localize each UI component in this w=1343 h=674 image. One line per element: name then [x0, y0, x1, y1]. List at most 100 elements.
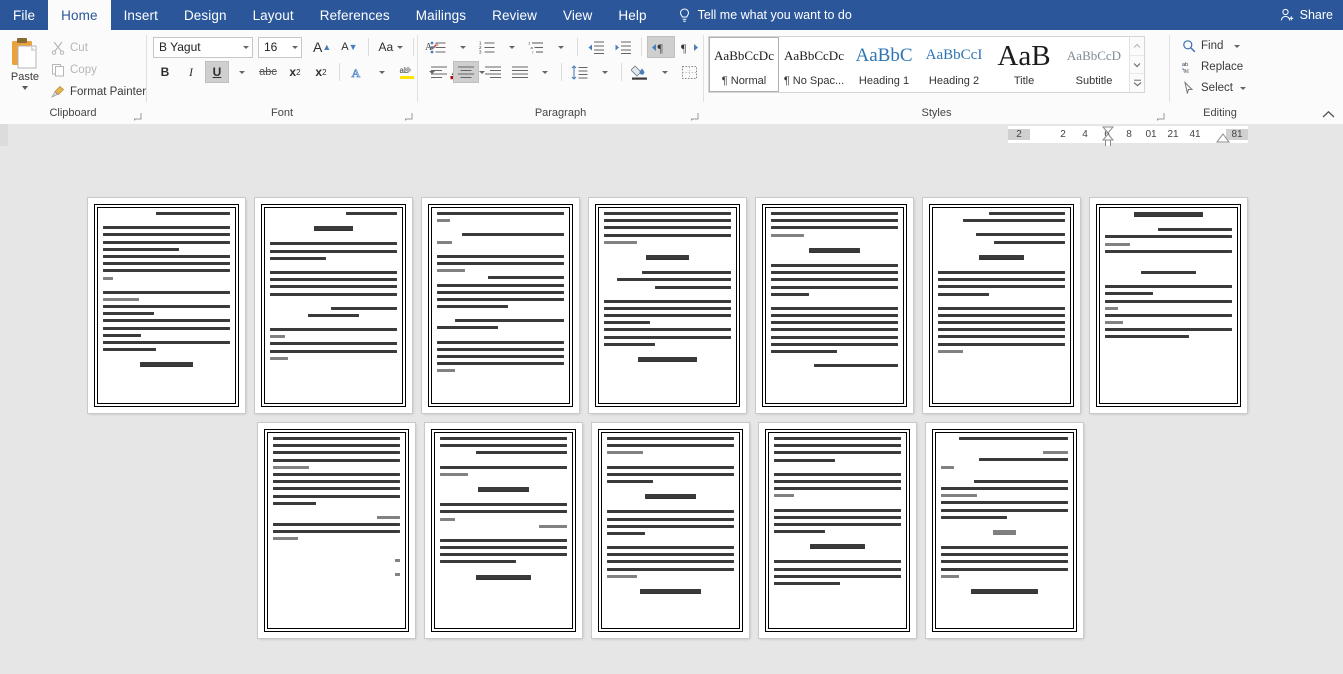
page-thumbnail[interactable] [425, 423, 582, 638]
ltr-direction-button[interactable]: ¶ [676, 36, 704, 58]
page-thumbnail[interactable] [88, 198, 245, 413]
style-heading-2[interactable]: AaBbCcI Heading 2 [919, 37, 989, 92]
chevron-down-icon[interactable] [22, 86, 28, 90]
styles-more-button[interactable] [1130, 74, 1144, 92]
align-right-button[interactable] [480, 61, 506, 83]
align-left-button[interactable] [426, 61, 452, 83]
share-button[interactable]: Share [1280, 0, 1333, 30]
underline-options-button[interactable] [231, 61, 253, 83]
multilevel-list-button[interactable]: 1 a i [524, 36, 549, 58]
page-thumbnail[interactable] [258, 423, 415, 638]
text-effects-options-button[interactable] [371, 61, 393, 83]
page-thumbnail[interactable] [255, 198, 412, 413]
increase-indent-button[interactable] [610, 36, 636, 58]
styles-dialog-launcher-icon[interactable] [1155, 112, 1165, 122]
numbering-button[interactable]: 123 [475, 36, 500, 58]
page-thumbnail[interactable] [589, 198, 746, 413]
text-effects-button[interactable]: A [346, 61, 369, 83]
select-button[interactable]: Select [1178, 78, 1250, 98]
grow-font-button[interactable]: A ▲ [309, 36, 335, 58]
font-dialog-launcher-icon[interactable] [403, 112, 413, 122]
superscript-button[interactable]: x2 [309, 61, 333, 83]
page-thumbnail[interactable] [926, 423, 1083, 638]
chevron-down-icon[interactable] [397, 45, 404, 49]
replace-button[interactable]: ab ac Replace [1178, 57, 1250, 77]
style-subtitle[interactable]: AaBbCcD Subtitle [1059, 37, 1129, 92]
collapse-ribbon-button[interactable] [1322, 108, 1335, 122]
tell-me-box[interactable]: Tell me what you want to do [660, 0, 862, 30]
right-indent-marker-icon[interactable] [1216, 133, 1230, 144]
numbering-options-button[interactable] [501, 36, 523, 58]
first-line-indent-marker-icon[interactable] [1100, 126, 1116, 148]
bullets-options-button[interactable] [452, 36, 474, 58]
style-no-spacing[interactable]: AaBbCcDc ¶ No Spac... [779, 37, 849, 92]
page-text-line [771, 278, 898, 282]
styles-scroll-up-button[interactable] [1130, 37, 1144, 56]
tab-home[interactable]: Home [48, 0, 111, 30]
page-thumbnail[interactable] [756, 198, 913, 413]
borders-button[interactable] [677, 61, 703, 83]
highlight-button[interactable]: ab [395, 61, 419, 83]
change-case-button[interactable]: Aa [375, 36, 408, 58]
shading-options-button[interactable] [654, 61, 676, 83]
find-button[interactable]: Find [1178, 36, 1250, 56]
line-spacing-button[interactable] [567, 61, 593, 83]
document-canvas[interactable] [0, 146, 1343, 674]
paste-button[interactable]: Paste [3, 35, 47, 102]
tab-layout[interactable]: Layout [240, 0, 307, 30]
horizontal-ruler[interactable]: 2 2 4 6 8 01 21 41 81 [1008, 126, 1248, 143]
copy-button[interactable]: Copy [47, 60, 150, 80]
chevron-down-icon[interactable] [243, 45, 249, 49]
font-size-combobox[interactable]: 16 [258, 36, 302, 58]
shading-button[interactable] [627, 61, 653, 83]
page-text-line [437, 261, 564, 265]
tab-design[interactable]: Design [171, 0, 240, 30]
style-heading-1[interactable]: AaBbC Heading 1 [849, 37, 919, 92]
page-text-line [440, 472, 468, 476]
tab-view[interactable]: View [550, 0, 605, 30]
page-text-line [103, 254, 230, 258]
clipboard-dialog-launcher-icon[interactable] [132, 112, 142, 122]
styles-scroll-down-button[interactable] [1130, 56, 1144, 75]
paragraph-dialog-launcher-icon[interactable] [689, 112, 699, 122]
tab-help[interactable]: Help [605, 0, 659, 30]
underline-button[interactable]: U [205, 61, 229, 83]
page-thumbnail[interactable] [759, 423, 916, 638]
bullets-button[interactable] [426, 36, 451, 58]
page-text-line [771, 292, 810, 296]
chevron-down-icon[interactable] [1234, 44, 1241, 48]
justify-button[interactable] [507, 61, 533, 83]
page-thumbnail[interactable] [422, 198, 579, 413]
font-name-combobox[interactable]: B Yagut [153, 36, 253, 58]
style-normal[interactable]: AaBbCcDc ¶ Normal [709, 37, 779, 92]
shrink-font-button[interactable]: A ▼ [337, 36, 361, 58]
cut-button[interactable]: Cut [47, 38, 150, 58]
svg-text:A: A [352, 66, 361, 80]
subscript-button[interactable]: x2 [283, 61, 307, 83]
tab-file[interactable]: File [0, 0, 48, 30]
multilevel-options-button[interactable] [550, 36, 572, 58]
italic-button[interactable]: I [179, 61, 203, 83]
chevron-down-icon[interactable] [1239, 86, 1246, 90]
strikethrough-button[interactable]: abc [255, 61, 281, 83]
page-thumbnail[interactable] [592, 423, 749, 638]
paintbrush-icon [51, 86, 65, 98]
style-preview: AaB [997, 39, 1051, 72]
justify-options-button[interactable] [534, 61, 556, 83]
format-painter-button[interactable]: Format Painter [47, 82, 150, 102]
style-title[interactable]: AaB Title [989, 37, 1059, 92]
rtl-direction-button[interactable]: ¶ [647, 36, 675, 58]
bold-button[interactable]: B [153, 61, 177, 83]
tab-references[interactable]: References [307, 0, 403, 30]
align-center-button[interactable] [453, 61, 479, 83]
tab-review[interactable]: Review [479, 0, 550, 30]
decrease-indent-button[interactable] [583, 36, 609, 58]
tab-insert[interactable]: Insert [111, 0, 171, 30]
tab-mailings[interactable]: Mailings [403, 0, 479, 30]
page-thumbnail[interactable] [923, 198, 1080, 413]
chevron-down-icon[interactable] [292, 45, 298, 49]
page-thumbnail[interactable] [1090, 198, 1247, 413]
line-spacing-options-button[interactable] [594, 61, 616, 83]
